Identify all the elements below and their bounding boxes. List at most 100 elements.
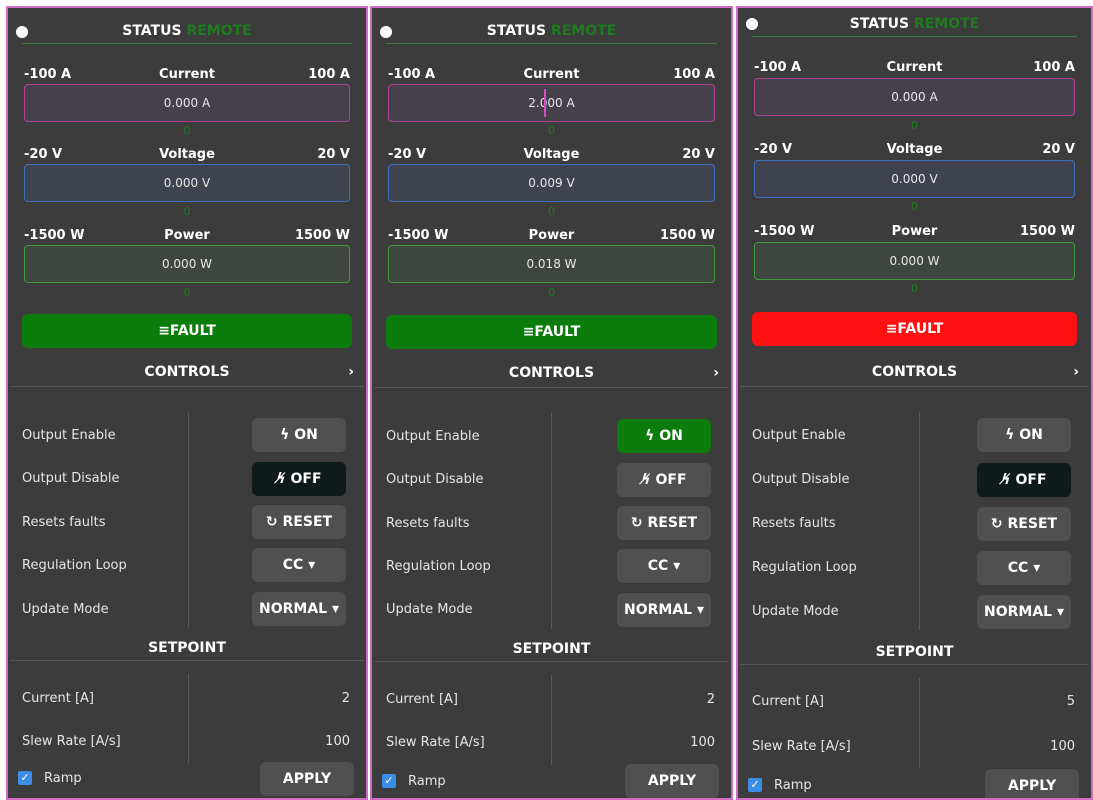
power-gauge-labels: -1500 W Power 1500 W [24,228,350,244]
setpoint-divider [740,664,1089,665]
resets-faults-label: Resets faults [386,516,470,531]
ramp-checkbox[interactable]: ✓ [18,771,32,785]
controls-column-divider [919,412,920,630]
caret-down-icon: ▾ [303,557,316,573]
ramp-checkbox[interactable]: ✓ [748,778,762,792]
output-disable-label: Output Disable [752,472,850,487]
remote-mode-label: REMOTE [913,16,980,32]
chevron-right-icon[interactable]: › [713,365,719,381]
regulation-loop-dropdown[interactable]: CC ▾ [617,549,711,583]
reset-button[interactable]: ↻ RESET [617,506,711,540]
regulation-loop-dropdown[interactable]: CC ▾ [252,548,346,582]
power-readout: 0.018 W [526,257,577,271]
reset-icon: ↻ [630,515,648,531]
off-button[interactable]: ϟ̸ OFF [617,463,711,497]
current-max-label: 100 A [1033,60,1075,75]
power-gauge: 0.000 W [754,242,1075,280]
status-divider [22,43,352,44]
slew-rate-value[interactable]: 100 [325,734,350,749]
off-button[interactable]: ϟ̸ OFF [252,462,346,496]
regulation-loop-dropdown[interactable]: CC ▾ [977,551,1071,585]
ramp-checkbox[interactable]: ✓ [382,774,396,788]
current-gauge: 2.000 A [388,84,715,122]
fault-button[interactable]: ≡FAULT [752,312,1077,346]
setpoint-current-value[interactable]: 5 [1067,694,1075,709]
fault-button[interactable]: ≡FAULT [22,314,352,348]
fault-button[interactable]: ≡FAULT [386,315,717,349]
voltage-title: Voltage [159,147,215,162]
voltage-zero-label: 0 [548,205,555,218]
slew-rate-label: Slew Rate [A/s] [386,735,485,750]
power-readout: 0.000 W [889,254,940,268]
power-max-label: 1500 W [1019,224,1075,239]
on-button[interactable]: ϟ ON [977,418,1071,452]
update-mode-dropdown[interactable]: NORMAL ▾ [977,595,1071,629]
voltage-gauge: 0.000 V [754,160,1075,198]
ramp-label: Ramp [774,778,812,793]
controls-divider [10,386,364,387]
current-zero-label: 0 [183,124,191,137]
power-readout: 0.000 W [161,257,213,271]
apply-button[interactable]: APPLY [625,764,719,798]
bolt-off-icon: ϟ̸ [1001,472,1016,488]
bolt-icon: ϟ [280,427,295,443]
voltage-gauge: 0.009 V [388,164,715,202]
power-max-label: 1500 W [659,228,715,243]
current-readout: 2.000 A [528,96,575,110]
slew-rate-value[interactable]: 100 [1050,739,1075,754]
setpoint-current-value[interactable]: 2 [707,692,715,707]
status-title: STATUS REMOTE [486,23,617,39]
caret-down-icon: ▾ [1052,604,1064,620]
reset-button[interactable]: ↻ RESET [977,507,1071,541]
regulation-loop-label: Regulation Loop [386,559,491,574]
chevron-right-icon[interactable]: › [348,364,354,380]
apply-button[interactable]: APPLY [260,762,354,796]
voltage-title: Voltage [523,147,580,162]
current-gauge-labels: -100 A Current 100 A [754,60,1075,76]
voltage-gauge-labels: -20 V Voltage 20 V [388,147,715,163]
slew-rate-label: Slew Rate [A/s] [752,739,851,754]
list-icon: ≡ [522,324,535,340]
slew-rate-value[interactable]: 100 [690,735,715,750]
update-mode-dropdown[interactable]: NORMAL ▾ [252,592,346,626]
resets-faults-label: Resets faults [752,516,836,531]
current-readout: 0.000 A [163,96,211,110]
controls-title: CONTROLS [508,365,595,381]
output-enable-label: Output Enable [386,429,480,444]
off-button[interactable]: ϟ̸ OFF [977,463,1071,497]
output-enable-label: Output Enable [22,428,116,443]
setpoint-title: SETPOINT [875,644,954,660]
ramp-label: Ramp [408,774,446,789]
bolt-icon: ϟ [645,428,660,444]
voltage-max-label: 20 V [682,147,715,162]
output-disable-label: Output Disable [386,472,484,487]
voltage-readout: 0.000 V [163,176,211,190]
update-mode-label: Update Mode [22,602,109,617]
current-readout: 0.000 A [891,90,938,104]
setpoint-title: SETPOINT [148,640,226,656]
controls-title: CONTROLS [144,364,230,380]
status-divider [752,36,1077,37]
controls-divider [740,386,1089,387]
slew-rate-label: Slew Rate [A/s] [22,734,121,749]
voltage-zero-label: 0 [183,205,191,218]
reset-icon: ↻ [265,514,283,530]
update-mode-dropdown[interactable]: NORMAL ▾ [617,593,711,627]
device-panel-1: STATUS REMOTE -100 A Current 100 A 0.000… [6,6,368,800]
output-disable-label: Output Disable [22,471,120,486]
status-title: STATUS REMOTE [849,16,980,32]
setpoint-current-value[interactable]: 2 [342,691,350,706]
on-button[interactable]: ϟ ON [617,419,711,453]
reset-button[interactable]: ↻ RESET [252,505,346,539]
chevron-right-icon[interactable]: › [1073,364,1079,380]
bolt-icon: ϟ [1005,427,1020,443]
current-title: Current [159,67,215,82]
caret-down-icon: ▾ [1028,560,1041,576]
current-title: Current [886,60,943,75]
current-gauge: 0.000 A [24,84,350,122]
on-button[interactable]: ϟ ON [252,418,346,452]
update-mode-label: Update Mode [752,604,839,619]
list-icon: ≡ [885,321,898,337]
caret-down-icon: ▾ [668,558,681,574]
apply-button[interactable]: APPLY [985,769,1079,798]
